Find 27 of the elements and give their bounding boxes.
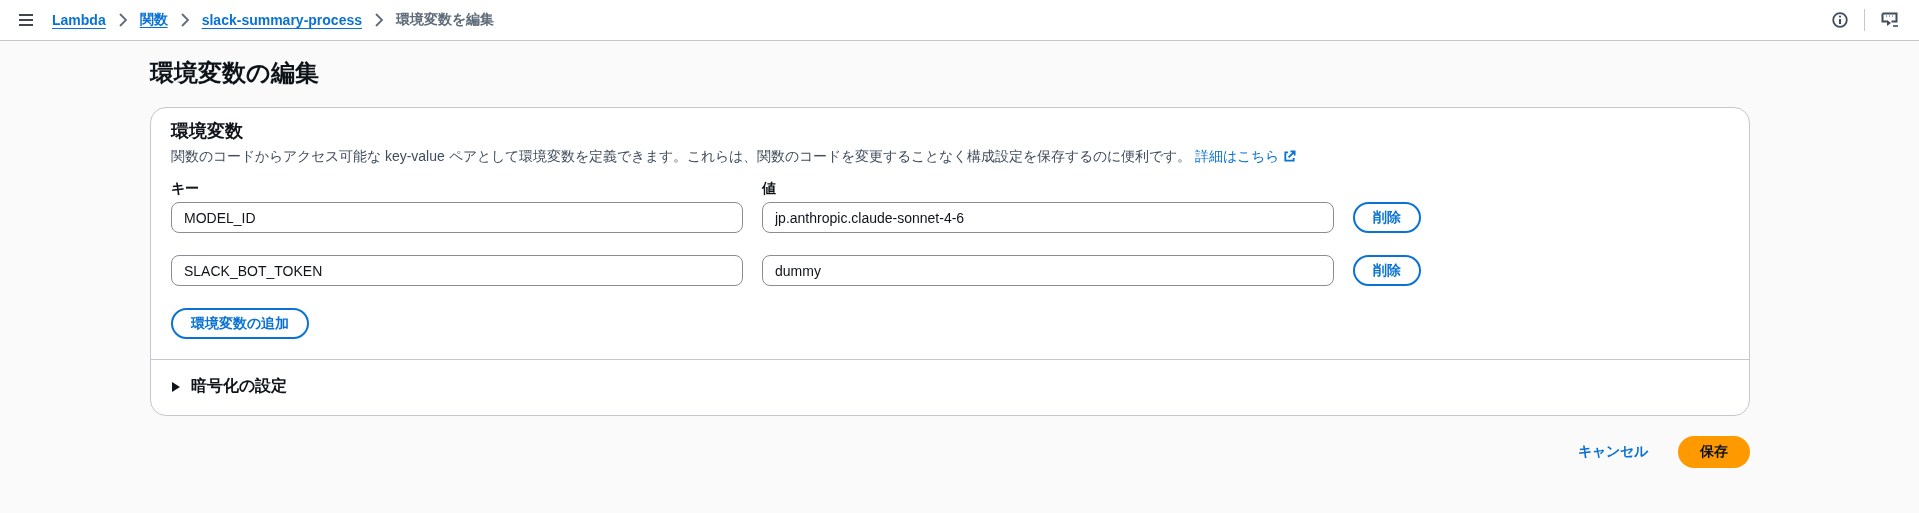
add-variable-button[interactable]: 環境変数の追加 (171, 308, 309, 339)
learn-more-link[interactable]: 詳細はこちら (1194, 146, 1296, 166)
breadcrumb-link[interactable]: slack-summary-process (201, 12, 362, 28)
description: 関数のコードからアクセス可能な key-value ペアとして環境変数を定義できます。これらは、関数のコードを変更することなく構成設定を保存するのに便利です。 詳細はこちら (171, 146, 1729, 166)
section-title: 環境変数 (171, 120, 244, 143)
chevron-icon (179, 13, 190, 27)
column-label: 値 (762, 180, 777, 198)
menu-icon[interactable] (18, 13, 34, 27)
cancel-button[interactable]: キャンセル (1578, 439, 1648, 465)
breadcrumb-link[interactable]: Lambda (52, 12, 106, 28)
screen-icon[interactable] (1881, 12, 1899, 28)
chevron-icon (374, 13, 384, 27)
breadcrumb-link[interactable]: 関数 (139, 11, 168, 29)
save-button[interactable]: 保存 (1678, 436, 1750, 468)
value-field[interactable]: dummy (762, 255, 1334, 286)
column-label: キー (171, 180, 200, 198)
breadcrumb-current: 環境変数を編集 (396, 11, 494, 29)
external-link-icon (1282, 149, 1296, 163)
encryption-toggle[interactable]: 暗号化の設定 (151, 359, 1749, 415)
key-field[interactable]: SLACK_BOT_TOKEN (171, 255, 743, 286)
info-icon[interactable] (1832, 12, 1848, 28)
key-field[interactable]: MODEL_ID (171, 202, 743, 233)
remove-button[interactable]: 削除 (1353, 202, 1421, 233)
value-field[interactable]: jp.anthropic.claude-sonnet-4-6 (762, 202, 1334, 233)
remove-button[interactable]: 削除 (1353, 255, 1421, 286)
chevron-icon (117, 13, 128, 27)
page-title: 環境変数の編集 (150, 58, 320, 88)
